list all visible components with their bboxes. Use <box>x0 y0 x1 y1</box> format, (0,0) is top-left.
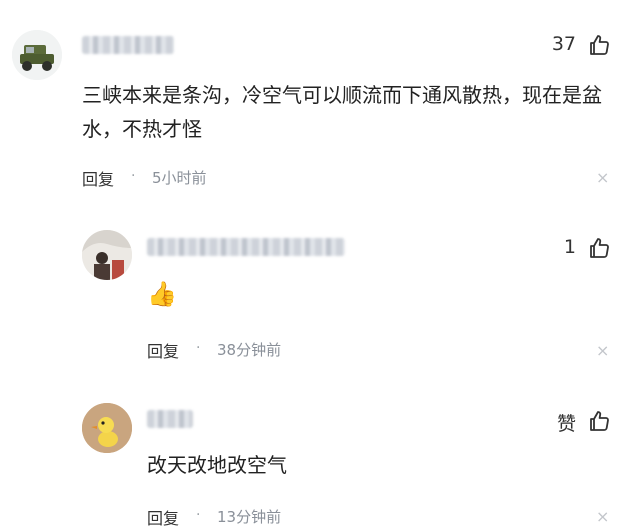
thumbs-up-icon[interactable] <box>587 409 611 433</box>
username-blurred[interactable] <box>82 36 174 54</box>
like-count: 1 <box>563 236 576 258</box>
reply-button[interactable]: 回复 <box>82 166 114 190</box>
separator: · <box>196 340 201 356</box>
separator: · <box>131 168 136 184</box>
comment-text: 改天改地改空气 <box>147 453 287 477</box>
person-avatar-image <box>82 230 132 280</box>
like-count: 37 <box>551 33 576 55</box>
timestamp: 5小时前 <box>152 169 207 187</box>
reply-button[interactable]: 回复 <box>147 338 179 362</box>
close-icon[interactable]: × <box>596 341 609 360</box>
comment-text: 三峡本来是条沟，冷空气可以顺流而下通风散热，现在是盆水，不热才怪 <box>82 83 602 141</box>
duck-avatar-image <box>82 403 132 453</box>
close-icon[interactable]: × <box>596 507 609 526</box>
reply-button[interactable]: 回复 <box>147 505 179 529</box>
separator: · <box>196 507 201 523</box>
jeep-avatar-image <box>12 30 62 80</box>
close-icon[interactable]: × <box>596 168 609 187</box>
timestamp: 13分钟前 <box>217 508 282 526</box>
thumbs-up-emoji: 👍 <box>147 280 177 308</box>
like-label: 赞 <box>556 413 576 435</box>
avatar[interactable] <box>82 403 132 453</box>
avatar[interactable] <box>82 230 132 280</box>
username-blurred[interactable] <box>147 238 345 256</box>
username-blurred[interactable] <box>147 410 193 428</box>
avatar[interactable] <box>12 30 62 80</box>
thumbs-up-icon[interactable] <box>587 236 611 260</box>
timestamp: 38分钟前 <box>217 341 282 359</box>
thumbs-up-icon[interactable] <box>587 33 611 57</box>
